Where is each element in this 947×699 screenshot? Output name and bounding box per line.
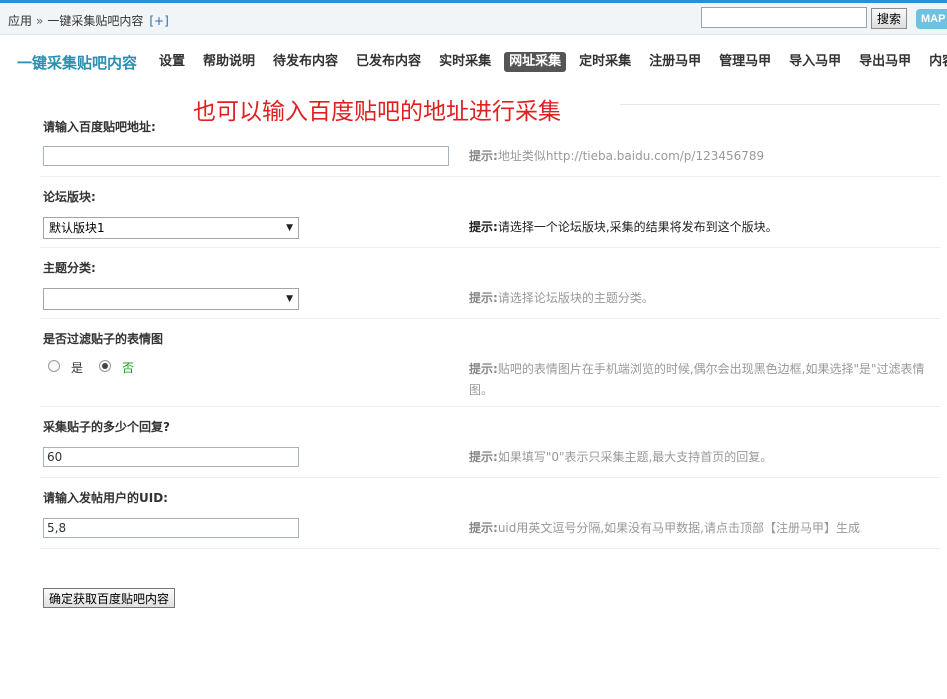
tieba-url-input[interactable] bbox=[43, 146, 449, 166]
hint-text: 贴吧的表情图片在手机端浏览的时候,偶尔会出现黑色边框,如果选择"是"过滤表情图。 bbox=[469, 362, 925, 397]
nav-pending[interactable]: 待发布内容 bbox=[273, 52, 338, 72]
uid-hint: 提示:uid用英文逗号分隔,如果没有马甲数据,请点击顶部【注册马甲】生成 bbox=[469, 518, 929, 539]
reply-count-label: 采集贴子的多少个回复? bbox=[43, 420, 170, 434]
uid-label: 请输入发帖用户的UID: bbox=[43, 491, 168, 505]
hint-text: 请选择一个论坛版块,采集的结果将发布到这个版块。 bbox=[497, 220, 778, 234]
nav-published[interactable]: 已发布内容 bbox=[356, 52, 421, 72]
form-row-reply-count: 采集贴子的多少个回复? 提示:如果填写"0"表示只采集主题,最大支持首页的回复。 bbox=[40, 407, 940, 478]
hint-prefix: 提示: bbox=[469, 521, 498, 535]
hint-text: uid用英文逗号分隔,如果没有马甲数据,请点击顶部【注册马甲】生成 bbox=[497, 521, 861, 535]
hint-text: 请选择论坛版块的主题分类。 bbox=[497, 291, 654, 305]
top-bar: 应用 » 一键采集贴吧内容 [+] 搜索 MAP bbox=[0, 3, 947, 35]
category-hint: 提示:请选择论坛版块的主题分类。 bbox=[469, 288, 929, 309]
map-button[interactable]: MAP bbox=[916, 9, 947, 29]
forum-hint: 提示:请选择一个论坛版块,采集的结果将发布到这个版块。 bbox=[469, 217, 929, 238]
add-shortcut-link[interactable]: [+] bbox=[149, 14, 168, 28]
reply-count-input[interactable] bbox=[43, 447, 299, 467]
nav-settings[interactable]: 设置 bbox=[159, 52, 185, 72]
forum-selected: 默认版块1 bbox=[49, 221, 105, 235]
url-hint: 提示:地址类似http://tieba.baidu.com/p/12345678… bbox=[469, 146, 929, 167]
radio-yes-label[interactable]: 是 bbox=[71, 359, 83, 376]
category-select[interactable]: ▼ bbox=[43, 288, 299, 310]
nav-import-accounts[interactable]: 导入马甲 bbox=[789, 52, 841, 72]
nav-register-accounts[interactable]: 注册马甲 bbox=[649, 52, 701, 72]
divider bbox=[620, 104, 940, 105]
form-row-uid: 请输入发帖用户的UID: 提示:uid用英文逗号分隔,如果没有马甲数据,请点击顶… bbox=[40, 478, 940, 549]
form-row-category: 主题分类: ▼ 提示:请选择论坛版块的主题分类。 bbox=[40, 248, 940, 319]
nav-realtime[interactable]: 实时采集 bbox=[439, 52, 491, 72]
hint-prefix: 提示: bbox=[469, 450, 498, 464]
chevron-down-icon: ▼ bbox=[286, 223, 293, 233]
hint-prefix: 提示: bbox=[469, 149, 498, 163]
filter-emoji-hint: 提示:贴吧的表情图片在手机端浏览的时候,偶尔会出现黑色边框,如果选择"是"过滤表… bbox=[469, 359, 929, 401]
radio-yes[interactable] bbox=[48, 360, 60, 372]
uid-input[interactable] bbox=[43, 518, 299, 538]
radio-no-label[interactable]: 否 bbox=[122, 359, 134, 376]
category-label: 主题分类: bbox=[43, 261, 96, 275]
submit-button[interactable]: 确定获取百度贴吧内容 bbox=[43, 588, 175, 608]
nav-scheduled[interactable]: 定时采集 bbox=[579, 52, 631, 72]
reply-count-hint: 提示:如果填写"0"表示只采集主题,最大支持首页的回复。 bbox=[469, 447, 929, 468]
form-row-url: 请输入百度贴吧地址: 提示:地址类似http://tieba.baidu.com… bbox=[40, 106, 940, 177]
nav-help[interactable]: 帮助说明 bbox=[203, 52, 255, 72]
nav-manage-accounts[interactable]: 管理马甲 bbox=[719, 52, 771, 72]
breadcrumb-current[interactable]: 一键采集贴吧内容 bbox=[47, 14, 143, 28]
page-title[interactable]: 一键采集贴吧内容 bbox=[17, 52, 137, 73]
url-label: 请输入百度贴吧地址: bbox=[43, 120, 156, 134]
search-button[interactable]: 搜索 bbox=[871, 8, 907, 29]
nav-export-accounts[interactable]: 导出马甲 bbox=[859, 52, 911, 72]
forum-label: 论坛版块: bbox=[43, 190, 96, 204]
hint-text: 如果填写"0"表示只采集主题,最大支持首页的回复。 bbox=[497, 450, 773, 464]
search-input[interactable] bbox=[701, 7, 867, 28]
radio-no[interactable] bbox=[99, 360, 111, 372]
hint-prefix: 提示: bbox=[469, 291, 498, 305]
nav-url-collect[interactable]: 网址采集 bbox=[504, 52, 567, 72]
form-row-filter-emoji: 是否过滤贴子的表情图 是 否 提示:贴吧的表情图片在手机端浏览的时候,偶尔会出现… bbox=[40, 319, 940, 407]
main-nav: 设置 帮助说明 待发布内容 已发布内容 实时采集 网址采集 定时采集 注册马甲 … bbox=[159, 52, 947, 72]
breadcrumb-root[interactable]: 应用 bbox=[8, 14, 32, 28]
hint-prefix: 提示: bbox=[469, 362, 498, 376]
forum-select[interactable]: 默认版块1 ▼ bbox=[43, 217, 299, 239]
form-row-forum: 论坛版块: 默认版块1 ▼ 提示:请选择一个论坛版块,采集的结果将发布到这个版块。 bbox=[40, 177, 940, 248]
breadcrumb-separator: » bbox=[36, 14, 44, 28]
hint-prefix: 提示: bbox=[469, 220, 498, 234]
nav-recycle-bin[interactable]: 内容回收站 bbox=[929, 52, 947, 72]
breadcrumb: 应用 » 一键采集贴吧内容 [+] bbox=[8, 12, 169, 29]
filter-emoji-label: 是否过滤贴子的表情图 bbox=[43, 332, 164, 346]
hint-text: 地址类似http://tieba.baidu.com/p/123456789 bbox=[497, 149, 765, 163]
chevron-down-icon: ▼ bbox=[286, 294, 293, 304]
